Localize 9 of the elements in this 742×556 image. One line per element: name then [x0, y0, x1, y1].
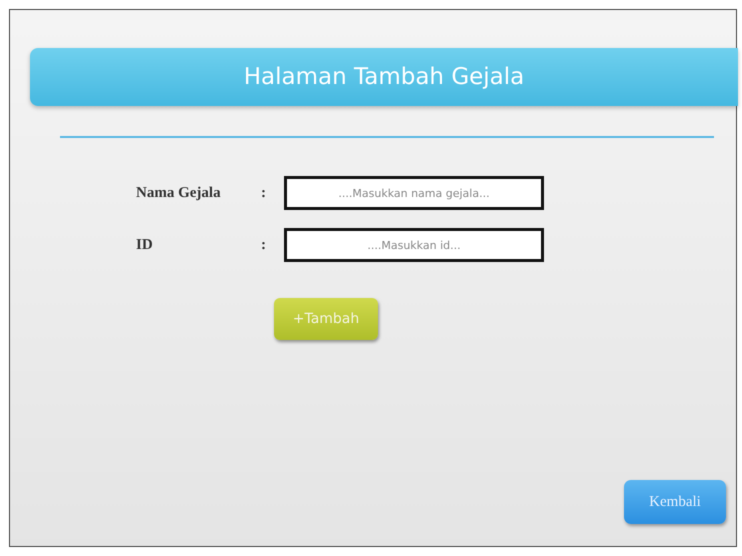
label-colon: :: [261, 184, 266, 202]
field-label: ID: [136, 236, 153, 254]
page-title: Halaman Tambah Gejala: [244, 64, 524, 90]
input-field[interactable]: ....Masukkan nama gejala...: [284, 176, 544, 210]
field-label: Nama Gejala: [136, 184, 221, 202]
add-button[interactable]: +Tambah: [274, 298, 378, 340]
back-button[interactable]: Kembali: [624, 480, 726, 524]
input-field[interactable]: ....Masukkan id...: [284, 228, 544, 262]
label-colon: :: [261, 236, 266, 254]
